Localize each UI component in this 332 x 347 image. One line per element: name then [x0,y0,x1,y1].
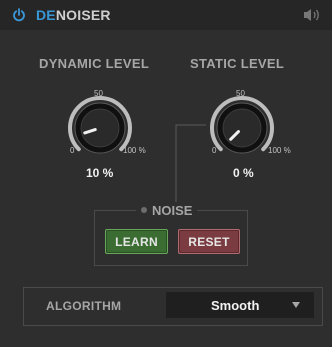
static-level-value: 0 % [233,166,254,180]
speaker-icon[interactable] [302,7,322,23]
static-scale-mid: 50 [236,89,245,98]
knob-cap [80,108,120,148]
learn-button[interactable]: LEARN [105,229,168,254]
dynamic-scale-min: 0 [70,146,75,155]
dynamic-scale-max: 100 % [123,146,146,155]
chevron-down-icon[interactable] [292,302,300,308]
algorithm-label: ALGORITHM [46,299,122,313]
static-scale-max: 100 % [268,146,291,155]
static-level-label: STATIC LEVEL [190,56,285,71]
title-prefix: DE [36,7,56,23]
knob-cap [222,108,262,148]
dynamic-level-value: 10 % [86,166,114,180]
plugin-header: DENOISER [0,0,332,30]
noise-legend: NOISE [136,202,198,218]
dynamic-scale-mid: 50 [94,89,103,98]
noise-label: NOISE [152,202,193,218]
title-suffix: NOISER [55,7,111,23]
reset-button[interactable]: RESET [178,229,240,254]
dynamic-level-label: DYNAMIC LEVEL [39,56,150,71]
static-scale-min: 0 [212,146,217,155]
denoiser-panel: DENOISER DYNAMIC LEVEL 50 0 100 % 10 % S… [0,0,332,347]
plugin-title: DENOISER [36,7,111,23]
noise-led-icon [141,207,147,213]
algorithm-value[interactable]: Smooth [211,298,259,313]
power-icon[interactable] [12,8,26,22]
